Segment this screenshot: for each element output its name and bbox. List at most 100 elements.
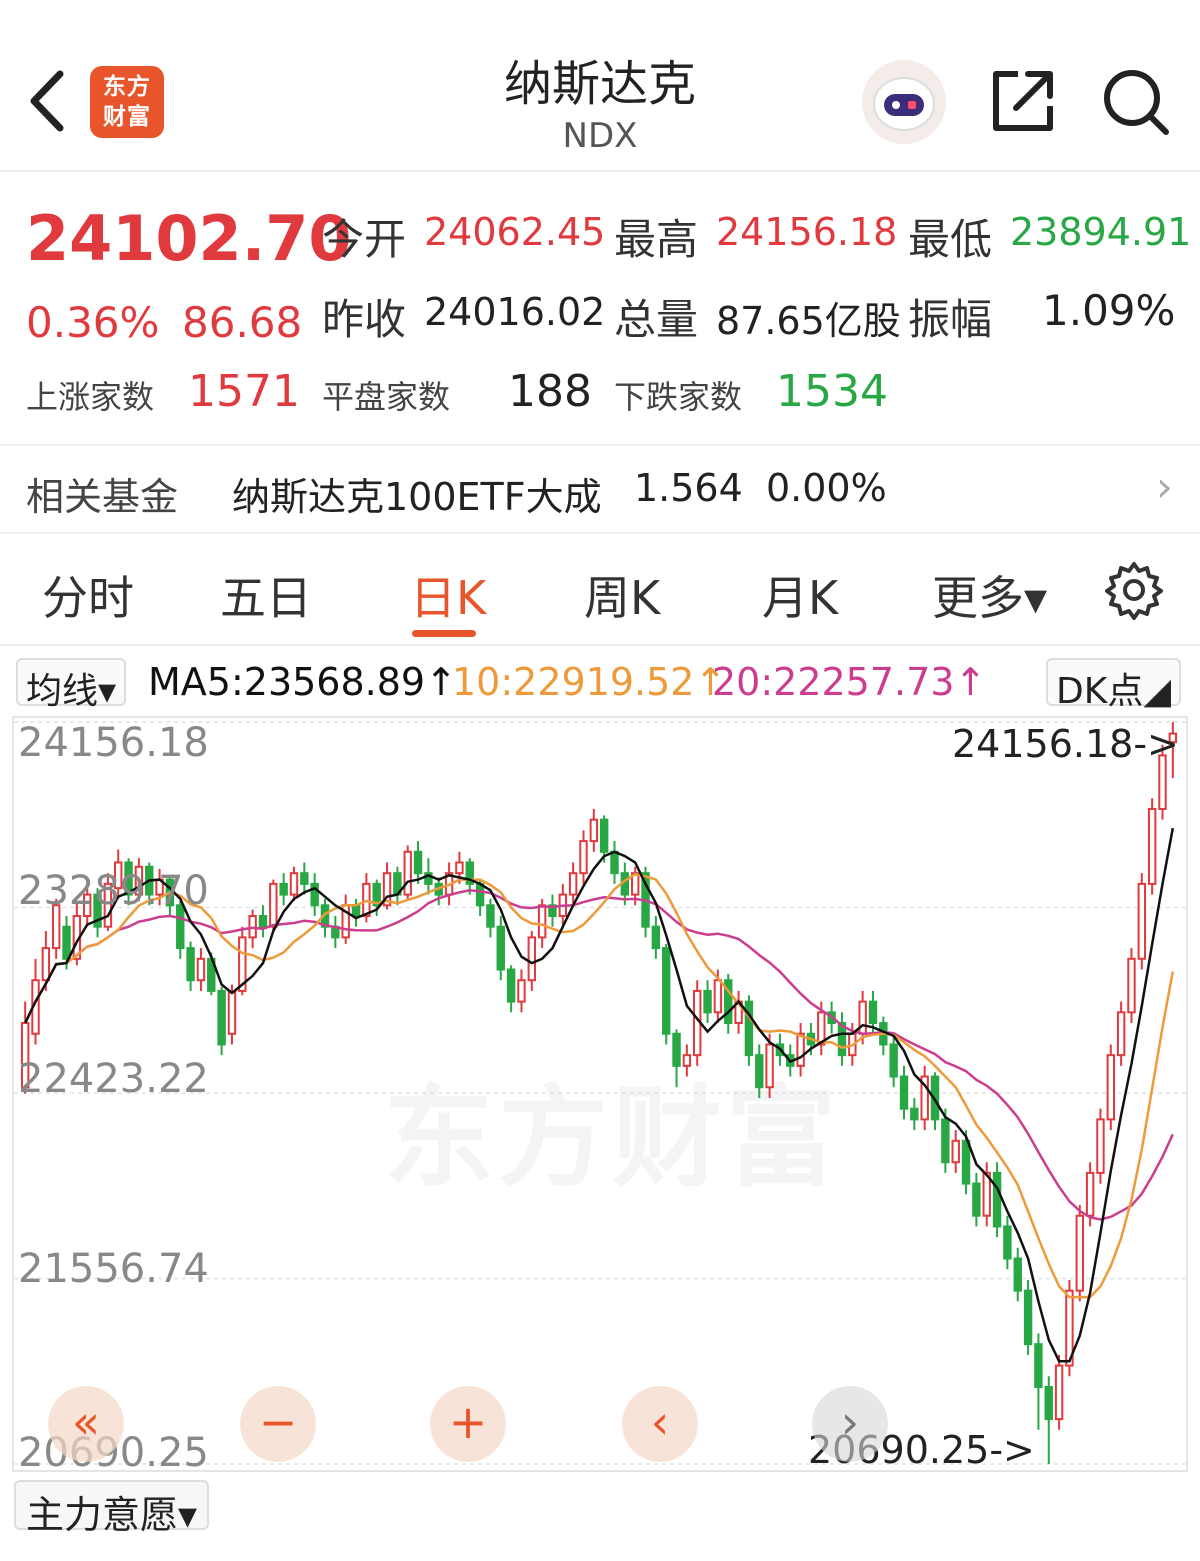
fund-price: 1.564 [634,466,743,510]
settings-button[interactable] [1104,560,1164,620]
candle-up [1054,1364,1064,1421]
volume-value: 87.65亿股 [716,299,901,343]
candle-up [41,947,51,982]
candle-up [951,1139,960,1164]
search-button[interactable] [1100,66,1172,138]
max-price-marker: 24156.18-> [952,722,1179,766]
candle-down [662,947,671,1035]
amplitude-label: 振幅 [908,295,993,344]
y-tick-label: 24156.18 [18,720,209,766]
flat-count-label: 平盘家数 [322,378,451,416]
candle-down [1003,1225,1012,1260]
candle-down [258,914,268,928]
high-label: 最高 [614,215,699,264]
candle-up [527,936,536,982]
zoom-in-button[interactable]: + [430,1386,506,1462]
candle-down [62,925,71,960]
low-label: 最低 [908,215,993,264]
moving-average-bar: 均线▾ MA5:23568.89↑ 10:22919.52↑ 20:22257.… [0,652,1200,712]
y-tick-label: 23289.70 [18,868,209,914]
fund-label: 相关基金 [26,475,179,519]
candle-down [599,818,609,853]
candle-down [486,904,495,928]
candle-up [1116,1011,1126,1057]
candle-up [579,840,588,875]
candle-up [1147,807,1157,885]
scroll-left-button[interactable]: ‹ [622,1386,698,1462]
candle-down [1034,1343,1043,1388]
y-tick-label: 21556.74 [18,1246,209,1292]
indicator-dropdown[interactable]: 均线▾ [16,658,127,712]
scroll-right-button[interactable]: › [812,1386,888,1462]
candlestick-chart[interactable]: 东方财富 24156.18 23289.70 22423.22 21556.74… [12,716,1188,1476]
low-value: 23894.91 [1010,210,1192,254]
candle-up [796,1032,805,1067]
candle-down [496,925,505,971]
main-force-dropdown[interactable]: 主力意愿▾ [14,1480,210,1537]
candle-up [1075,1214,1084,1292]
candle-up [1137,882,1147,960]
down-count-label: 下跌家数 [614,378,743,416]
ma10-readout: 10:22919.52↑ [452,660,727,704]
gear-icon [1105,562,1163,620]
tab-more[interactable]: 更多▾ [932,562,1047,628]
candle-down [972,1182,981,1217]
tab-daily-k[interactable]: 日K [410,562,486,628]
prev-close-value: 24016.02 [424,290,606,334]
candle-down [961,1139,971,1185]
candle-up [227,989,237,1035]
period-tabs: 分时 五日 日K 周K 月K 更多▾ [0,536,1200,646]
up-count: 1571 [188,366,300,417]
candle-down [300,872,309,885]
share-icon [993,71,1053,131]
change-value: 86.68 [182,298,303,347]
ma5-readout: MA5:23568.89↑ [148,660,457,704]
candle-down [992,1171,1002,1228]
volume-label: 总量 [614,295,699,344]
tab-monthly-k[interactable]: 月K [762,562,838,628]
candle-down [217,989,226,1046]
flat-count: 188 [508,366,592,417]
down-count: 1534 [776,366,888,417]
candle-down [910,1107,919,1121]
candle-down [868,1000,878,1025]
candle-up [1106,1054,1115,1121]
search-icon [1104,70,1169,135]
tab-five-day[interactable]: 五日 [220,562,312,628]
high-value: 24156.18 [716,210,898,254]
candle-up [589,818,599,843]
candle-up [455,861,464,875]
fund-name: 纳斯达克100ETF大成 [232,475,602,519]
candle-down [279,882,288,896]
candle-down [941,1118,950,1164]
robot-avatar-icon[interactable] [862,60,946,144]
candle-up [1096,1118,1105,1174]
candle-down [1044,1385,1053,1421]
open-value: 24062.45 [424,210,606,254]
active-tab-indicator [412,630,476,637]
candle-down [413,850,423,875]
share-button[interactable] [988,66,1058,136]
fund-change: 0.00% [766,466,887,510]
ma20-readout: 20:22257.73↑ [712,660,987,704]
tab-weekly-k[interactable]: 周K [584,562,660,628]
candle-down [899,1075,909,1110]
candle-up [1127,957,1136,1014]
dk-point-dropdown[interactable]: DK点◢ [1046,658,1182,712]
ma20-line [24,889,1174,1221]
candle-up [713,979,723,1014]
tab-intraday[interactable]: 分时 [42,562,134,628]
candle-down [351,904,361,917]
candle-up [289,872,299,896]
quote-panel: 24102.70 0.36% 86.68 今开 24062.45 最高 2415… [0,172,1200,442]
related-fund-row[interactable]: 相关基金 纳斯达克100ETF大成 1.564 0.00% › [0,444,1200,534]
zoom-out-button[interactable]: − [240,1386,316,1462]
candle-down [889,1043,898,1078]
open-label: 今开 [322,215,407,264]
rewind-button[interactable]: « [48,1386,124,1462]
candle-down [186,947,195,982]
candle-down [744,1000,754,1057]
change-pct: 0.36% [26,298,160,347]
candle-up [1085,1171,1095,1217]
candle-down [703,989,712,1014]
